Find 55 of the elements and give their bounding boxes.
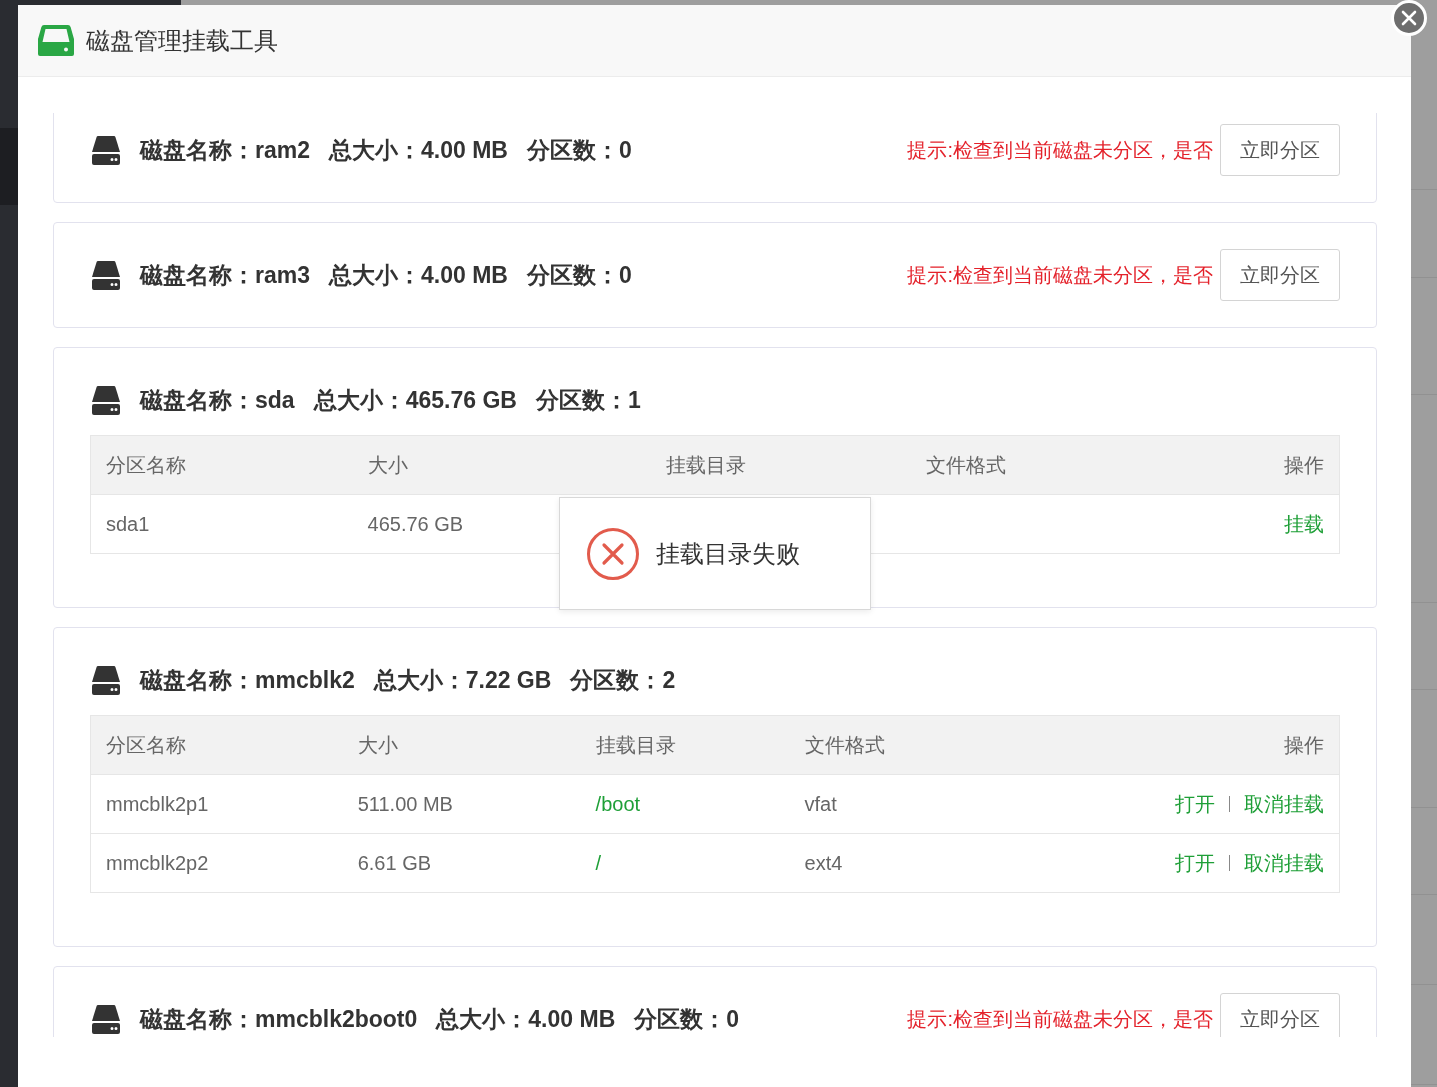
disk-name: 磁盘名称：ram3 xyxy=(140,260,310,290)
column-header: 文件格式 xyxy=(789,715,999,775)
action-link[interactable]: 取消挂载 xyxy=(1244,849,1324,877)
partition-now-button[interactable]: 立即分区 xyxy=(1220,993,1340,1037)
partition-count: 分区数：0 xyxy=(526,260,632,290)
hard-drive-icon xyxy=(90,1003,122,1035)
error-icon xyxy=(585,526,640,581)
hard-drive-icon xyxy=(90,384,122,416)
mount-path-link[interactable]: / xyxy=(595,851,602,874)
disk-name: 磁盘名称：ram2 xyxy=(140,135,310,165)
action-link[interactable]: 挂载 xyxy=(1284,510,1324,538)
unpartitioned-hint: 提示:检查到当前磁盘未分区，是否 xyxy=(907,1006,1213,1032)
action-link[interactable]: 打开 xyxy=(1175,849,1215,877)
disk-name: 磁盘名称：sda xyxy=(140,385,295,415)
column-header: 挂载目录 xyxy=(650,435,912,495)
partition-now-button[interactable]: 立即分区 xyxy=(1220,124,1340,176)
hard-drive-icon xyxy=(90,134,122,166)
table-cell: vfat xyxy=(789,774,999,834)
action-link[interactable]: 打开 xyxy=(1175,790,1215,818)
column-header: 大小 xyxy=(342,715,581,775)
disk-name: 磁盘名称：mmcblk2 xyxy=(140,665,355,695)
column-header: 操作 xyxy=(1172,435,1340,495)
column-header: 挂载目录 xyxy=(580,715,790,775)
column-header: 分区名称 xyxy=(90,435,353,495)
hard-drive-icon xyxy=(90,664,122,696)
disk-size: 总大小：4.00 MB xyxy=(329,260,508,290)
hard-drive-icon xyxy=(37,24,75,57)
table-cell: mmcblk2p2 xyxy=(90,833,343,893)
table-cell: 511.00 MB xyxy=(342,774,581,834)
action-link[interactable]: 取消挂载 xyxy=(1244,790,1324,818)
hard-drive-icon xyxy=(90,259,122,291)
toast-message: 挂载目录失败 xyxy=(655,538,800,569)
partition-count: 分区数：0 xyxy=(526,135,632,165)
partition-count: 分区数：0 xyxy=(634,1004,740,1034)
mount-path-link[interactable]: /boot xyxy=(595,792,641,815)
disk-size: 总大小：4.00 MB xyxy=(329,135,508,165)
disk-size: 总大小：7.22 GB xyxy=(373,665,552,695)
column-header: 文件格式 xyxy=(911,435,1173,495)
disk-size: 总大小：465.76 GB xyxy=(313,385,517,415)
partition-now-button[interactable]: 立即分区 xyxy=(1220,249,1340,301)
dialog-title: 磁盘管理挂载工具 xyxy=(86,25,278,56)
disk-size: 总大小：4.00 MB xyxy=(436,1004,616,1034)
close-icon xyxy=(1401,10,1417,26)
table-cell: mmcblk2p1 xyxy=(90,774,343,834)
unpartitioned-hint: 提示:检查到当前磁盘未分区，是否 xyxy=(907,262,1213,288)
table-cell: 6.61 GB xyxy=(342,833,581,893)
table-cell: sda1 xyxy=(90,494,353,554)
partition-count: 分区数：2 xyxy=(570,665,676,695)
unpartitioned-hint: 提示:检查到当前磁盘未分区，是否 xyxy=(907,137,1213,163)
column-header: 大小 xyxy=(352,435,651,495)
column-header: 分区名称 xyxy=(90,715,343,775)
column-header: 操作 xyxy=(998,715,1340,775)
disk-name: 磁盘名称：mmcblk2boot0 xyxy=(140,1004,418,1034)
table-cell: ext4 xyxy=(789,833,999,893)
partition-count: 分区数：1 xyxy=(535,385,641,415)
